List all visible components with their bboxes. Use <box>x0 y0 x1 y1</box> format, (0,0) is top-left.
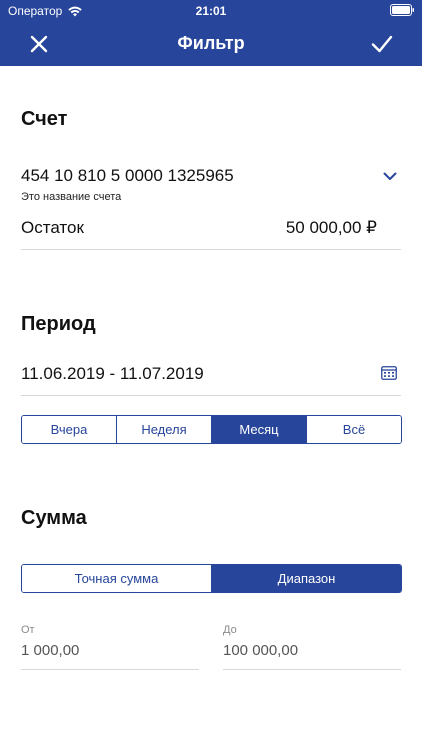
balance-label: Остаток <box>21 218 84 237</box>
amount-to-underline <box>223 669 401 670</box>
period-segmented-control: Вчера Неделя Месяц Всё <box>21 415 402 444</box>
amount-mode-range[interactable]: Диапазон <box>211 565 401 592</box>
status-bar: Оператор 21:01 <box>0 0 422 22</box>
period-option-yesterday[interactable]: Вчера <box>22 416 116 443</box>
period-option-week[interactable]: Неделя <box>116 416 211 443</box>
amount-from-label: От <box>21 624 35 636</box>
amount-mode-exact[interactable]: Точная сумма <box>22 565 211 592</box>
account-name: Это название счета <box>21 191 122 203</box>
checkmark-icon[interactable] <box>370 33 394 55</box>
amount-segmented-control: Точная сумма Диапазон <box>21 564 402 593</box>
amount-to-input[interactable]: 100 000,00 <box>223 642 298 659</box>
page-title: Фильтр <box>177 33 245 53</box>
chevron-down-icon[interactable] <box>382 168 398 184</box>
amount-section-title: Сумма <box>21 507 87 529</box>
amount-to-label: До <box>223 624 237 636</box>
amount-from-input[interactable]: 1 000,00 <box>21 642 79 659</box>
amount-from-underline <box>21 669 199 670</box>
header: Оператор 21:01 Фильтр <box>0 0 422 66</box>
calendar-icon[interactable] <box>381 365 397 380</box>
period-divider <box>21 395 401 396</box>
period-option-all[interactable]: Всё <box>306 416 401 443</box>
balance-value: 50 000,00 ₽ <box>285 218 377 237</box>
battery-icon <box>390 4 414 16</box>
period-range[interactable]: 11.06.2019 - 11.07.2019 <box>21 364 204 384</box>
period-option-month[interactable]: Месяц <box>211 416 306 443</box>
filter-screen: Оператор 21:01 Фильтр Счет 454 10 810 5 … <box>0 0 422 750</box>
status-time: 21:01 <box>195 4 227 18</box>
account-divider <box>21 249 401 250</box>
account-number[interactable]: 454 10 810 5 0000 1325965 <box>21 166 234 186</box>
account-section-title: Счет <box>21 108 68 130</box>
period-section-title: Период <box>21 313 96 335</box>
nav-bar: Фильтр <box>0 22 422 66</box>
